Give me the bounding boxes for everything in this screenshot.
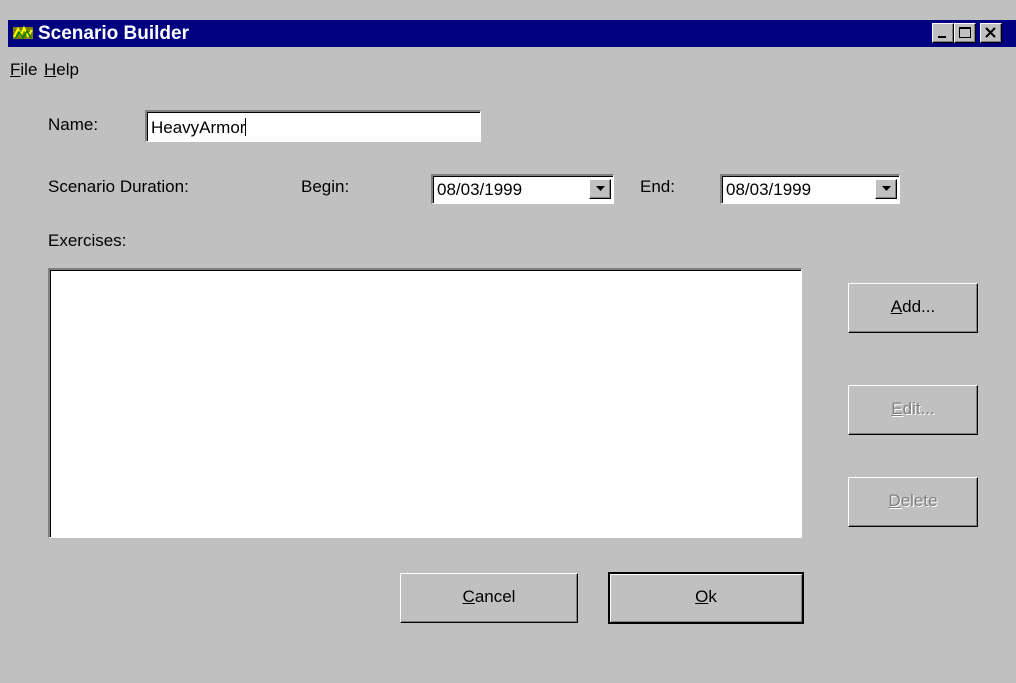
begin-date-picker[interactable]: 08/03/1999 xyxy=(431,174,614,204)
chevron-down-icon xyxy=(596,186,605,191)
add-label: dd... xyxy=(902,297,936,316)
name-input[interactable]: HeavyArmor xyxy=(145,110,481,142)
menu-file[interactable]: File xyxy=(10,60,37,80)
title-bar[interactable]: Scenario Builder xyxy=(8,20,1016,47)
ok-button[interactable]: Ok xyxy=(608,572,804,624)
edit-mnemonic: E xyxy=(891,399,903,418)
menu-file-label: ile xyxy=(20,60,38,79)
text-caret xyxy=(245,118,247,136)
maximize-icon xyxy=(959,27,971,38)
add-mnemonic: A xyxy=(890,297,903,316)
menu-help-label: elp xyxy=(56,60,79,79)
chevron-down-icon xyxy=(882,186,891,191)
menu-help-mnemonic: H xyxy=(44,60,57,79)
cancel-mnemonic: C xyxy=(462,587,475,606)
exercises-list[interactable] xyxy=(48,268,802,538)
end-label: End: xyxy=(640,177,675,196)
name-value: HeavyArmor xyxy=(151,118,246,137)
exercises-label: Exercises: xyxy=(48,231,127,250)
maximize-button[interactable] xyxy=(954,23,976,43)
end-date-value: 08/03/1999 xyxy=(726,180,812,199)
scenario-duration-label: Scenario Duration: xyxy=(48,177,189,196)
end-dropdown-button[interactable] xyxy=(875,179,897,199)
edit-label: dit... xyxy=(902,399,935,418)
scenario-builder-window: Scenario Builder File Help Name: HeavyAr… xyxy=(8,0,1016,683)
close-icon xyxy=(985,27,996,38)
delete-button[interactable]: Delete xyxy=(848,477,978,527)
menu-help[interactable]: Help xyxy=(44,60,79,80)
delete-label: elete xyxy=(900,491,938,510)
name-label: Name: xyxy=(48,115,99,134)
minimize-button[interactable] xyxy=(932,23,954,43)
edit-button[interactable]: Edit... xyxy=(848,385,978,435)
begin-dropdown-button[interactable] xyxy=(589,179,611,199)
app-icon xyxy=(12,23,34,43)
ok-mnemonic: O xyxy=(695,587,709,606)
minimize-icon xyxy=(938,36,946,38)
end-date-picker[interactable]: 08/03/1999 xyxy=(720,174,900,204)
close-button[interactable] xyxy=(980,23,1002,43)
begin-label: Begin: xyxy=(301,177,350,196)
cancel-label: ancel xyxy=(474,587,516,606)
ok-label: k xyxy=(708,587,717,606)
begin-date-value: 08/03/1999 xyxy=(437,180,523,199)
cancel-button[interactable]: Cancel xyxy=(400,573,578,623)
window-title: Scenario Builder xyxy=(38,23,189,44)
menu-file-mnemonic: F xyxy=(10,60,21,79)
add-button[interactable]: Add... xyxy=(848,283,978,333)
delete-mnemonic: D xyxy=(888,491,901,510)
